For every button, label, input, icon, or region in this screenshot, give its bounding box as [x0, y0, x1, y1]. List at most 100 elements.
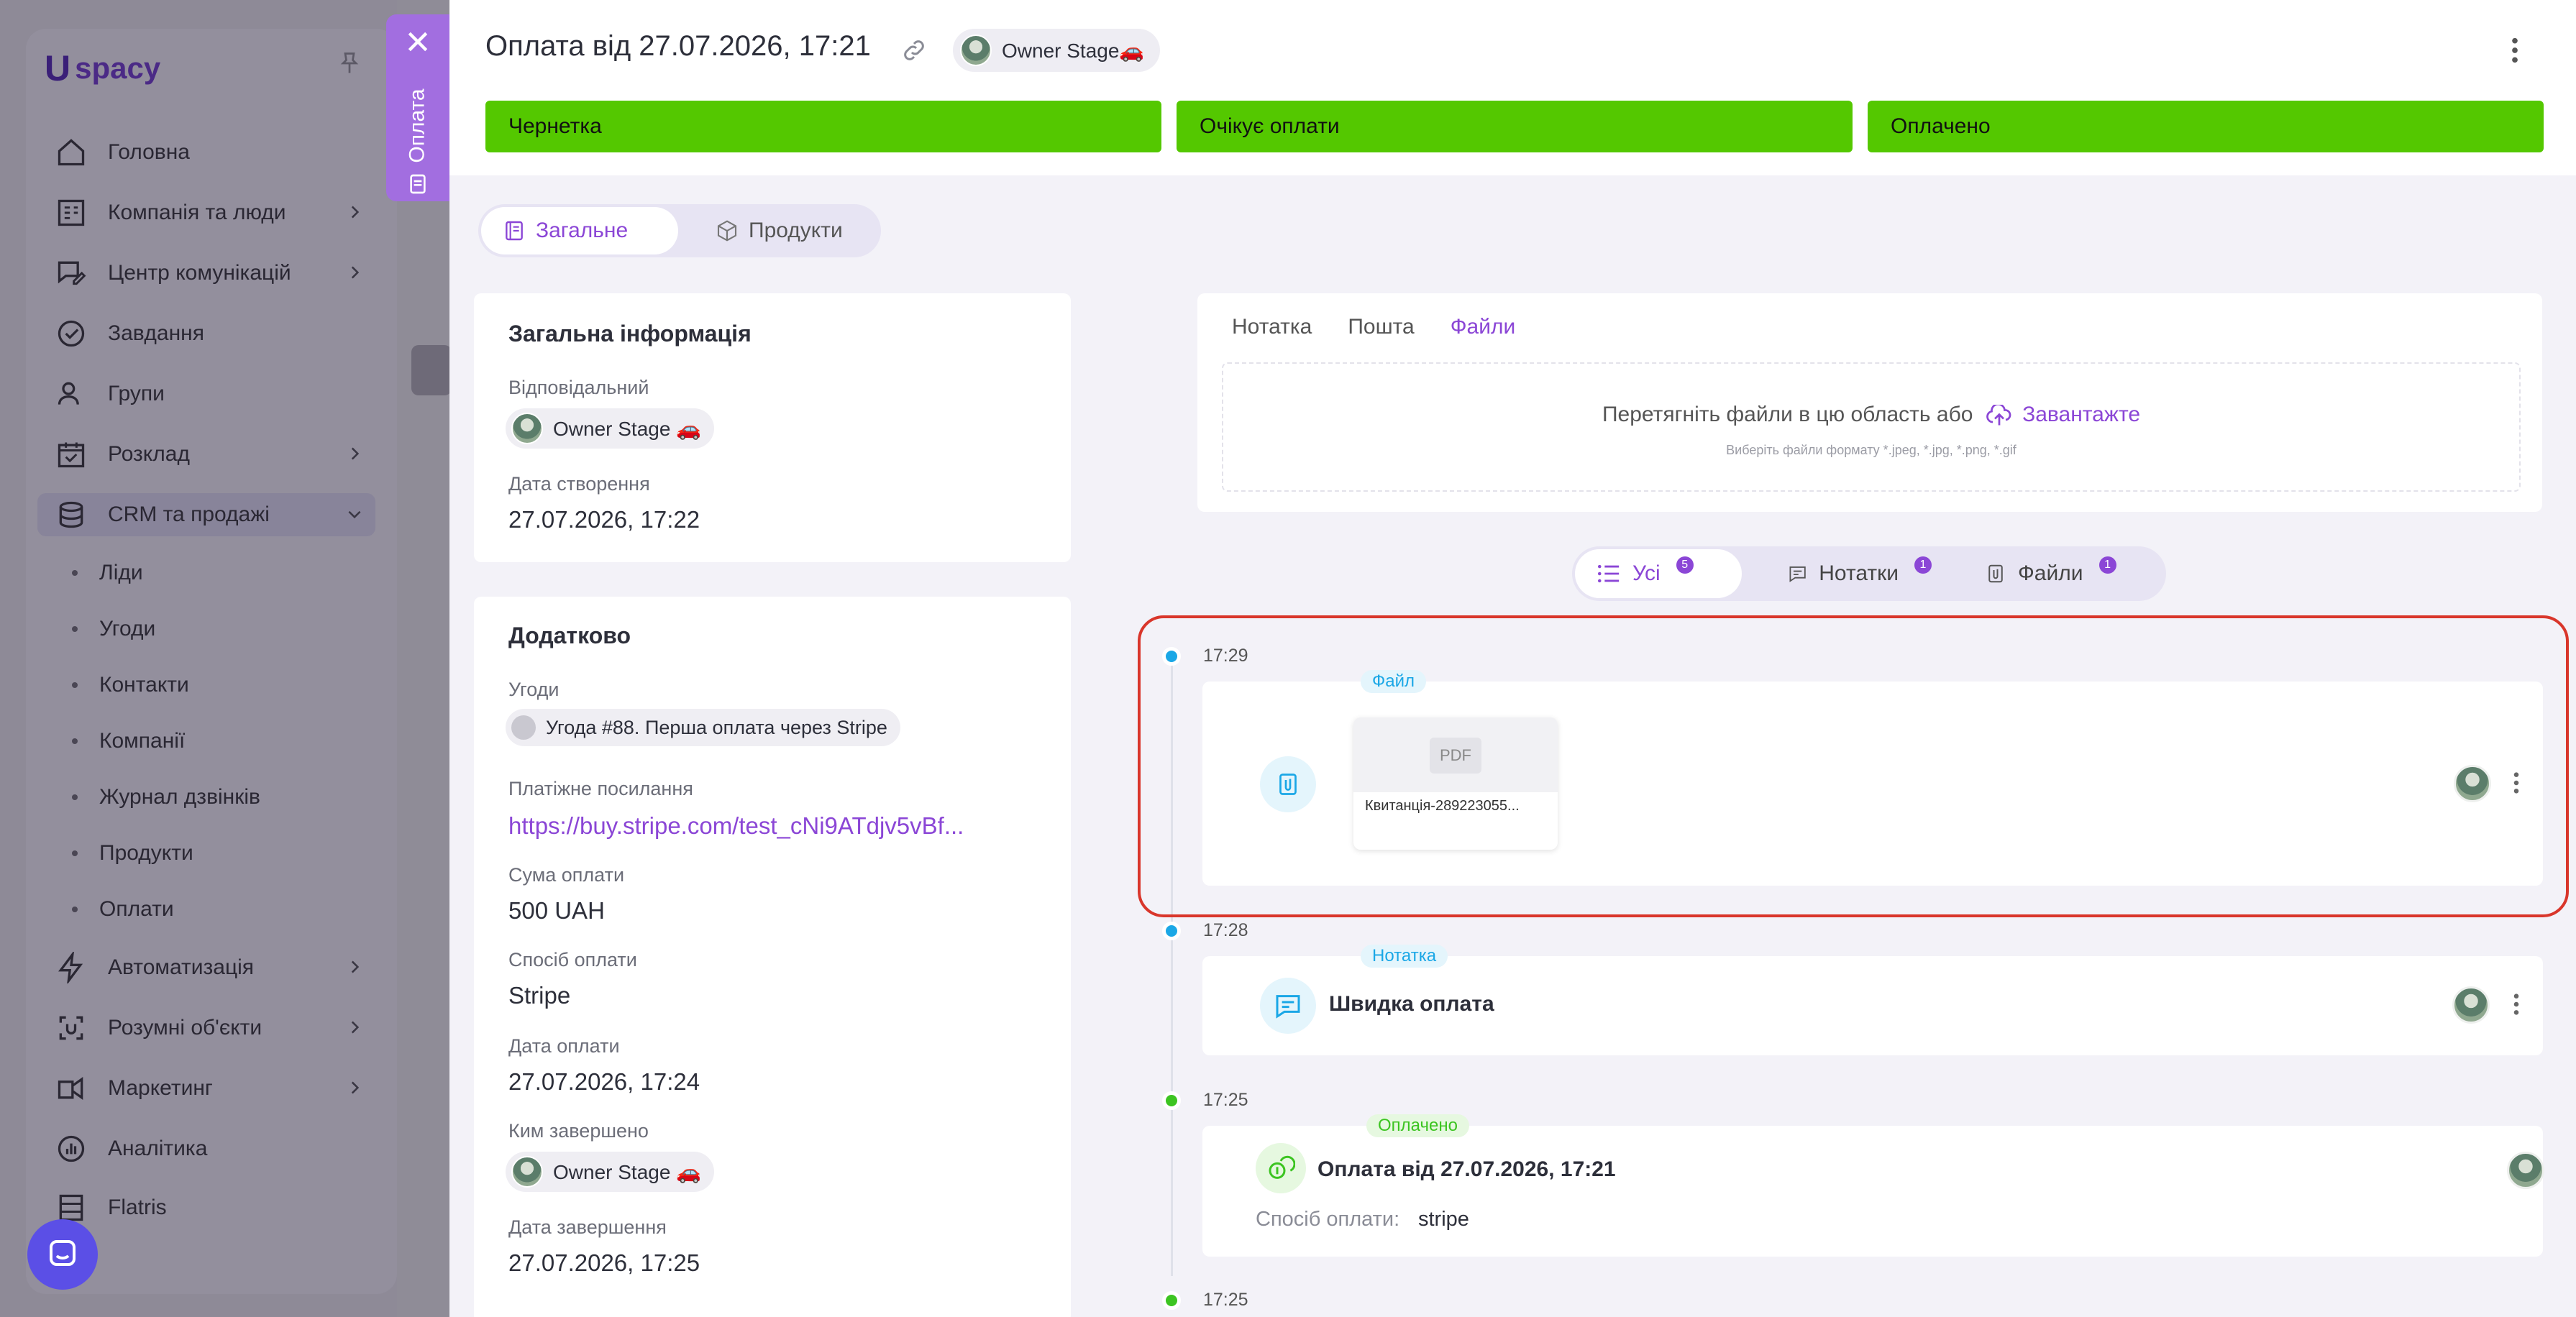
chevron-right-icon: [351, 447, 360, 460]
sidebar-item-crm[interactable]: CRM та продажі: [55, 493, 364, 536]
tab-note[interactable]: Нотатка: [1232, 315, 1312, 339]
stage-paid[interactable]: Оплачено: [1868, 101, 2544, 152]
bullet-icon: [72, 626, 78, 632]
sidebar-item-label: Компанія та люди: [108, 201, 286, 224]
tab-general[interactable]: Загальне: [481, 207, 678, 254]
payment-event-title[interactable]: Оплата від 27.07.2026, 17:21: [1317, 1157, 1616, 1182]
filter-notes[interactable]: Нотатки 1: [1766, 549, 1953, 598]
sidebar-item-schedule[interactable]: Розклад: [55, 433, 364, 476]
stage-draft[interactable]: Чернетка: [485, 101, 1161, 152]
side-tab-label: Оплата: [406, 88, 430, 163]
deal-icon: [511, 715, 536, 740]
sidebar-item-automation[interactable]: Автоматизація: [55, 946, 364, 989]
sidebar-item-label: Автоматизація: [108, 955, 255, 979]
timeline-dot: [1162, 922, 1181, 940]
stage-label: Оплачено: [1891, 114, 1991, 138]
filter-files[interactable]: Файли 1: [1963, 549, 2150, 598]
count-badge: 1: [2098, 556, 2116, 574]
sidebar-item-label: Розклад: [108, 442, 190, 466]
deal-chip[interactable]: Угода #88. Перша оплата через Stripe: [506, 709, 900, 746]
sidebar-item-label: Flatris: [108, 1196, 167, 1219]
bullet-icon: [72, 907, 78, 912]
sidebar-sub-call-log[interactable]: Журнал дзвінків: [72, 779, 260, 815]
card-title: Додатково: [508, 623, 631, 648]
sidebar-item-analytics[interactable]: Аналітика: [55, 1127, 364, 1170]
sidebar-sub-label: Журнал дзвінків: [99, 785, 260, 809]
logo[interactable]: Uspacy: [45, 47, 160, 89]
filter-all[interactable]: Усі 5: [1575, 549, 1742, 598]
completed-by-chip[interactable]: Owner Stage 🚗: [506, 1152, 715, 1192]
tab-mail[interactable]: Пошта: [1348, 315, 1414, 339]
event-tag: Нотатка: [1361, 945, 1448, 968]
lightning-icon: [55, 951, 88, 984]
file-dropzone[interactable]: Перетягніть файли в цю область або Заван…: [1222, 362, 2521, 492]
note-event-card: Нотатка Швидка оплата: [1202, 945, 2543, 1055]
people-icon: [55, 377, 88, 410]
sidebar-item-communications[interactable]: Центр комунікацій: [55, 252, 364, 295]
sidebar-item-tasks[interactable]: Завдання: [55, 312, 364, 355]
responsible-chip[interactable]: Owner Stage 🚗: [506, 408, 715, 449]
pin-icon[interactable]: [337, 49, 362, 78]
chat-icon: [50, 1240, 76, 1266]
count-badge: 1: [1914, 556, 1932, 574]
coins-icon: [1256, 1143, 1306, 1193]
timeline-dot: [1162, 1091, 1181, 1110]
more-options-icon[interactable]: [2511, 36, 2519, 65]
dropzone-text: Перетягніть файли в цю область або Заван…: [1223, 403, 2519, 427]
bullet-icon: [72, 850, 78, 856]
chevron-right-icon: [351, 1081, 360, 1094]
check-circle-icon: [55, 317, 88, 350]
payment-link[interactable]: https://buy.stripe.com/test_cNi9ATdjv5vB…: [508, 812, 964, 840]
close-icon[interactable]: [403, 27, 432, 56]
bullet-icon: [72, 794, 78, 800]
sidebar-item-smart-objects[interactable]: Розумні об'єкти: [55, 1006, 364, 1050]
side-tab-label-wrap: Оплата: [390, 79, 445, 173]
sidebar-item-label: CRM та продажі: [108, 503, 270, 526]
owner-chip[interactable]: Owner Stage🚗: [953, 29, 1161, 72]
payment-date: 27.07.2026, 17:24: [508, 1068, 700, 1095]
sidebar-sub-products[interactable]: Продукти: [72, 835, 193, 871]
sidebar-item-marketing[interactable]: Маркетинг: [55, 1067, 364, 1110]
field-label: Дата оплати: [508, 1035, 620, 1057]
tab-files[interactable]: Файли: [1451, 315, 1516, 339]
list-icon: [1597, 564, 1620, 583]
stage-awaiting-payment[interactable]: Очікує оплати: [1177, 101, 1853, 152]
highlight-annotation: [1138, 615, 2569, 917]
sidebar-item-label: Головна: [108, 140, 190, 164]
dropzone-hint: Виберіть файли формату *.jpeg, *.jpg, *.…: [1726, 443, 2017, 457]
sidebar-sub-companies[interactable]: Компанії: [72, 723, 185, 759]
sidebar-sub-label: Контакти: [99, 673, 189, 697]
avatar: [511, 1156, 543, 1188]
tab-label: Продукти: [749, 219, 843, 242]
tab-label: Загальне: [536, 219, 629, 242]
dropzone-label: Перетягніть файли в цю область або: [1602, 403, 1973, 426]
sidebar-item-label: Завдання: [108, 321, 204, 345]
chevron-right-icon: [351, 1021, 360, 1034]
sidebar-sub-leads[interactable]: Ліди: [72, 555, 143, 591]
sidebar-item-groups[interactable]: Групи: [55, 372, 364, 416]
link-icon[interactable]: [901, 37, 927, 63]
sidebar-item-home[interactable]: Головна: [55, 131, 364, 174]
sidebar-sub-contacts[interactable]: Контакти: [72, 667, 189, 703]
upload-link[interactable]: Завантажте: [2022, 403, 2140, 426]
support-chat-button[interactable]: [27, 1219, 98, 1290]
sidebar-sub-label: Оплати: [99, 897, 174, 921]
tab-products[interactable]: Продукти: [694, 207, 874, 254]
more-options-icon[interactable]: [2513, 992, 2520, 1017]
box-icon: [717, 220, 737, 242]
logo-text: spacy: [75, 51, 161, 85]
sidebar-item-company[interactable]: Компанія та люди: [55, 191, 364, 234]
general-info-card: Загальна інформація Відповідальний Owner…: [474, 293, 1071, 562]
logo-mark-icon: U: [45, 48, 71, 88]
sidebar-sub-deals[interactable]: Угоди: [72, 611, 155, 647]
sidebar-item-flatris[interactable]: Flatris: [55, 1186, 364, 1229]
side-tab-payment[interactable]: Оплата: [386, 14, 449, 201]
sidebar-sub-payments[interactable]: Оплати: [72, 891, 174, 927]
sidebar-item-label: Центр комунікацій: [108, 261, 291, 285]
field-label: Дата завершення: [508, 1216, 667, 1238]
marketing-icon: [55, 1072, 88, 1105]
created-date: 27.07.2026, 17:22: [508, 506, 700, 533]
owner-name: Owner Stage🚗: [1002, 39, 1145, 62]
sidebar-sub-label: Компанії: [99, 729, 186, 753]
event-tag: Оплачено: [1366, 1114, 1469, 1137]
